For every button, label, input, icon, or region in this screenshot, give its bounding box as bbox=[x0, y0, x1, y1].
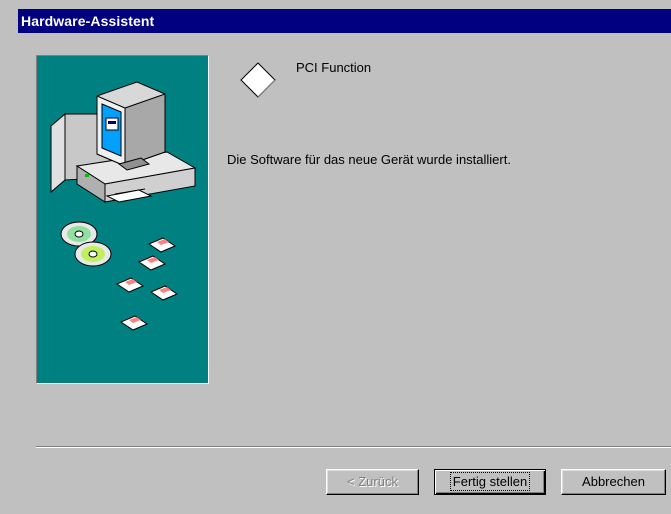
status-message: Die Software für das neue Gerät wurde in… bbox=[227, 152, 511, 167]
wizard-window: Hardware-Assistent PCI Function Die Soft… bbox=[0, 0, 671, 514]
finish-button-label: Fertig stellen bbox=[449, 472, 531, 491]
back-button[interactable]: < Zurück bbox=[326, 469, 419, 495]
wizard-illustration bbox=[36, 55, 209, 384]
cancel-button[interactable]: Abbrechen bbox=[561, 469, 666, 495]
separator bbox=[36, 446, 671, 448]
cancel-button-label: Abbrechen bbox=[582, 474, 645, 489]
floppy-disk-icon bbox=[115, 237, 179, 331]
computer-illustration-icon bbox=[50, 81, 197, 331]
title-bar[interactable]: Hardware-Assistent bbox=[18, 9, 671, 33]
device-name: PCI Function bbox=[296, 60, 372, 75]
window-title: Hardware-Assistent bbox=[21, 13, 155, 29]
cd-icon bbox=[60, 221, 112, 267]
finish-button[interactable]: Fertig stellen bbox=[434, 469, 546, 495]
diamond-device-icon bbox=[240, 62, 276, 98]
back-button-label: < Zurück bbox=[347, 474, 398, 489]
